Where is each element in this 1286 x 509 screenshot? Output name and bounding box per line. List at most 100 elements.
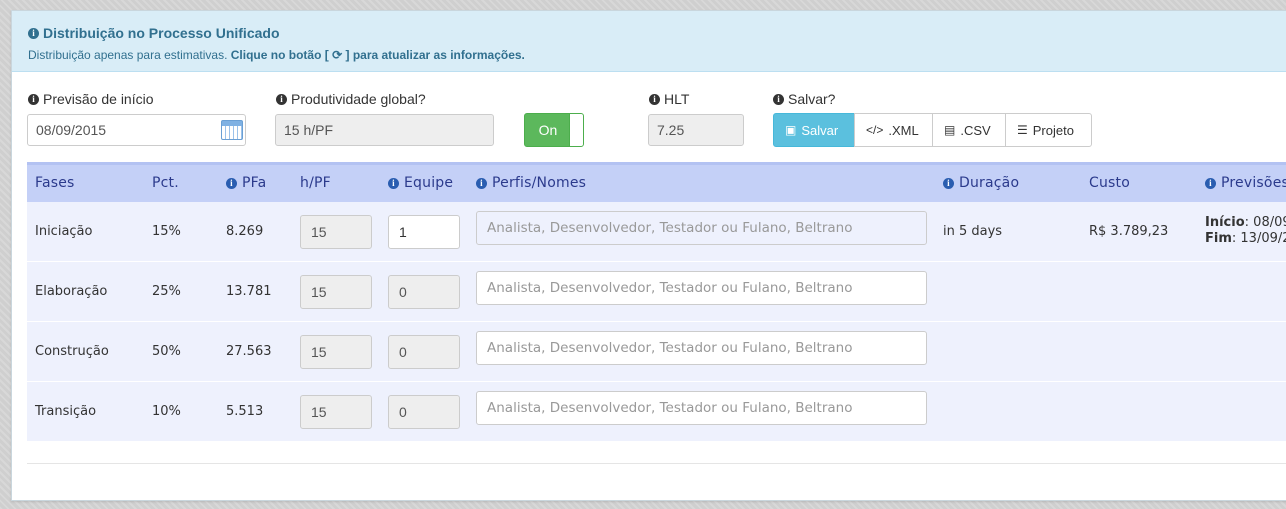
distribution-panel: i Distribuição no Processo Unificado Dis…	[11, 10, 1286, 501]
header-equipe-text: Equipe	[404, 175, 454, 191]
perfis-placeholder: Analista, Desenvolvedor, Testador ou Ful…	[487, 220, 853, 236]
header-pfa: i PFa	[226, 175, 266, 191]
equipe-input[interactable]: 1	[388, 215, 460, 249]
equipe-value: 0	[399, 344, 407, 360]
cell-pct: 15%	[152, 224, 181, 239]
xml-button-label: .XML	[888, 122, 919, 138]
hlt-label: i HLT	[649, 91, 689, 107]
productivity-label: i Produtividade global?	[276, 91, 426, 107]
header-hpf-text: h/PF	[300, 175, 331, 191]
cell-pfa: 13.781	[226, 284, 272, 299]
hpf-value: 15	[311, 224, 327, 240]
header-custo: Custo	[1089, 175, 1130, 191]
export-csv-button[interactable]: ▤ .CSV	[932, 113, 1006, 147]
code-icon: </>	[866, 123, 884, 137]
file-text-icon: ▤	[944, 123, 956, 137]
save-button[interactable]: ▣ Salvar	[773, 113, 855, 147]
save-question-text: Salvar?	[788, 91, 836, 107]
hpf-input[interactable]: 15	[300, 275, 372, 309]
equipe-input[interactable]: 0	[388, 335, 460, 369]
fim-value: : 13/09/2	[1231, 231, 1286, 246]
header-duracao: i Duração	[943, 175, 1019, 191]
info-header: i Distribuição no Processo Unificado Dis…	[12, 11, 1286, 72]
info-icon: i	[943, 177, 954, 189]
sliders-icon: ☰	[1017, 123, 1028, 137]
hlt-value: 7.25	[657, 122, 685, 138]
header-custo-text: Custo	[1089, 175, 1130, 191]
header-previsoes: i Previsões	[1205, 175, 1286, 191]
table-row: Transição 10% 5.513 15 0 Analista, Desen…	[27, 382, 1286, 442]
start-date-input[interactable]: 08/09/2015	[27, 114, 246, 146]
panel-title-text: Distribuição no Processo Unificado	[43, 25, 280, 41]
perfis-placeholder: Analista, Desenvolvedor, Testador ou Ful…	[487, 400, 853, 416]
info-icon: i	[1205, 177, 1216, 189]
floppy-icon: ▣	[785, 123, 797, 137]
info-icon: i	[388, 177, 399, 189]
cell-pfa: 8.269	[226, 224, 264, 239]
hpf-input[interactable]: 15	[300, 395, 372, 429]
cell-custo: R$ 3.789,23	[1089, 224, 1169, 239]
cell-pct: 10%	[152, 404, 181, 419]
cell-fase: Transição	[35, 404, 97, 419]
perfis-placeholder: Analista, Desenvolvedor, Testador ou Ful…	[487, 280, 853, 296]
panel-title: i Distribuição no Processo Unificado	[28, 11, 1286, 41]
divider	[27, 463, 1286, 464]
info-icon: i	[28, 93, 39, 105]
inicio-value: : 08/09	[1244, 215, 1286, 230]
save-button-label: Salvar	[801, 122, 839, 138]
header-pct: Pct.	[152, 175, 179, 191]
save-question-label: i Salvar?	[773, 91, 835, 107]
cell-pct: 25%	[152, 284, 181, 299]
hlt-input[interactable]: 7.25	[648, 114, 744, 146]
header-pct-text: Pct.	[152, 175, 179, 191]
project-button-label: Projeto	[1032, 122, 1074, 138]
subtitle-bold-b: ] para atualizar as informações.	[342, 48, 525, 62]
hpf-input[interactable]: 15	[300, 215, 372, 249]
header-fases-text: Fases	[35, 175, 75, 191]
equipe-value: 0	[399, 284, 407, 300]
cell-duracao: in 5 days	[943, 224, 1003, 239]
info-icon: i	[773, 93, 784, 105]
header-hpf: h/PF	[300, 175, 331, 191]
info-icon: i	[276, 93, 287, 105]
header-duracao-text: Duração	[959, 175, 1020, 191]
export-xml-button[interactable]: </> .XML	[854, 113, 933, 147]
info-icon: i	[476, 177, 487, 189]
hpf-value: 15	[311, 284, 327, 300]
equipe-input[interactable]: 0	[388, 395, 460, 429]
csv-button-label: .CSV	[960, 122, 991, 138]
project-button[interactable]: ☰ Projeto	[1005, 113, 1092, 147]
toggle-knob[interactable]	[569, 114, 583, 146]
productivity-input[interactable]: 15 h/PF	[275, 114, 494, 146]
cell-fase: Elaboração	[35, 284, 108, 299]
productivity-value: 15 h/PF	[284, 122, 334, 138]
perfis-input[interactable]: Analista, Desenvolvedor, Testador ou Ful…	[476, 271, 927, 305]
save-button-group: ▣ Salvar </> .XML ▤ .CSV ☰ Projeto	[773, 113, 1092, 147]
productivity-toggle[interactable]: On	[524, 113, 584, 147]
table-row: Iniciação 15% 8.269 15 1 Analista, Desen…	[27, 202, 1286, 262]
start-date-label: i Previsão de início	[28, 91, 154, 107]
fim-label: Fim	[1205, 231, 1232, 246]
equipe-input[interactable]: 0	[388, 275, 460, 309]
cell-previsoes: Início: 08/09 Fim: 13/09/2	[1205, 215, 1286, 247]
panel-subtitle: Distribuição apenas para estimativas. Cl…	[28, 48, 1286, 62]
toggle-label: On	[538, 122, 558, 138]
perfis-input[interactable]: Analista, Desenvolvedor, Testador ou Ful…	[476, 211, 927, 245]
perfis-input[interactable]: Analista, Desenvolvedor, Testador ou Ful…	[476, 391, 927, 425]
cell-pct: 50%	[152, 344, 181, 359]
perfis-input[interactable]: Analista, Desenvolvedor, Testador ou Ful…	[476, 331, 927, 365]
calendar-icon[interactable]	[221, 120, 243, 140]
header-previsoes-text: Previsões	[1221, 175, 1286, 191]
header-fases: Fases	[35, 175, 75, 191]
header-perfis: i Perfis/Nomes	[476, 175, 586, 191]
info-icon: i	[28, 27, 39, 39]
equipe-value: 0	[399, 404, 407, 420]
productivity-label-text: Produtividade global?	[291, 91, 426, 107]
header-equipe: i Equipe	[388, 175, 453, 191]
equipe-value: 1	[399, 224, 407, 240]
start-date-label-text: Previsão de início	[43, 91, 154, 107]
hpf-input[interactable]: 15	[300, 335, 372, 369]
start-date-value: 08/09/2015	[36, 122, 107, 138]
refresh-icon: ⟳	[332, 48, 343, 62]
info-icon: i	[649, 93, 660, 105]
